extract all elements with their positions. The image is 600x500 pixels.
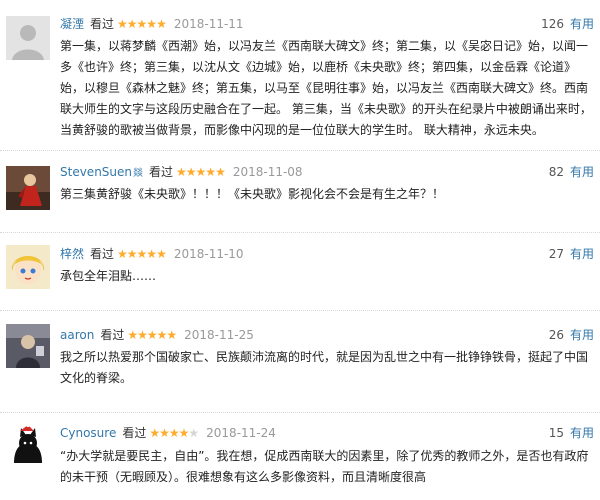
vote-count: 126 (541, 17, 564, 31)
author-link[interactable]: 凝湮 (60, 17, 84, 31)
rating-stars: ★★★★★ (127, 328, 177, 342)
comment-date: 2018-11-10 (173, 247, 244, 261)
comment-meta: Cynosure 看过 ★★★★★ 2018-11-24 (60, 425, 276, 441)
comment-meta: aaron 看过 ★★★★★ 2018-11-25 (60, 327, 254, 343)
useful-button[interactable]: 有用 (570, 328, 594, 342)
comment-item: Cynosure 看过 ★★★★★ 2018-11-24 15 有用 “办大学就是要民主… (0, 412, 600, 500)
comment-date: 2018-11-25 (184, 328, 254, 342)
comment-text: 我之所以热爱那个国破家亡、民族颠沛流离的时代，就是因为乱世之中有一批铮铮铁骨，挺… (60, 350, 589, 385)
comment-list: 凝湮 看过 ★★★★★ 2018-11-11 126 有用 第一集，以蒋梦麟《西潮》始，… (0, 0, 600, 500)
author-link[interactable]: StevenSuen (60, 165, 132, 179)
rating-stars: ★★★★★ (176, 165, 226, 179)
comment-text: 第一集，以蒋梦麟《西潮》始，以冯友兰《西南联大碑文》终；第二集，以《吴宓日记》始… (60, 39, 592, 137)
rating-stars: ★★★★★ (117, 247, 167, 261)
comment-meta: StevenSuen燚 看过 ★★★★★ 2018-11-08 (60, 164, 303, 180)
comment-text: 第三集黄舒骏《未央歌》！！！《未央歌》影视化会不会是有生之年？！ (60, 187, 445, 201)
vote-count: 15 (548, 426, 564, 440)
star-empty-icon: ★ (188, 426, 199, 440)
rating-label: 看过 (100, 328, 125, 342)
rating-stars: ★★★★★ (117, 17, 167, 31)
photo-avatar-icon[interactable] (6, 324, 50, 368)
star-icon: ★★★★★ (117, 247, 167, 261)
useful-button[interactable]: 有用 (570, 165, 594, 179)
votes: 15 有用 (549, 425, 594, 441)
comment-text: “办大学就是要民主，自由”。我在想，促成西南联大的因素里，除了优秀的教师之外，是… (60, 449, 589, 484)
rating-label: 看过 (90, 17, 115, 31)
black-cat-avatar-icon[interactable] (6, 423, 50, 467)
star-icon: ★★★★★ (117, 17, 167, 31)
anime-blonde-avatar-icon[interactable] (6, 245, 50, 289)
comment-date: 2018-11-08 (232, 165, 303, 179)
red-figure-avatar-icon[interactable] (6, 166, 50, 210)
comment-meta: 梓然 看过 ★★★★★ 2018-11-10 (60, 246, 244, 262)
comment-item: 凝湮 看过 ★★★★★ 2018-11-11 126 有用 第一集，以蒋梦麟《西潮》始，… (0, 0, 600, 150)
votes: 26 有用 (549, 327, 594, 343)
comment-date: 2018-11-24 (206, 426, 276, 440)
star-icon: ★★★★★ (176, 165, 226, 179)
rating-label: 看过 (149, 165, 174, 179)
star-icon: ★★★★ (149, 426, 189, 440)
vote-count: 27 (548, 247, 564, 261)
useful-button[interactable]: 有用 (570, 247, 594, 261)
author-badge: 燚 (133, 168, 144, 179)
comment-item: StevenSuen燚 看过 ★★★★★ 2018-11-08 82 有用 第三集黄舒骏… (0, 150, 600, 232)
comment-text: 承包全年泪點…… (60, 269, 157, 283)
useful-button[interactable]: 有用 (570, 426, 594, 440)
rating-stars: ★★★★★ (149, 426, 199, 440)
comment-item: 梓然 看过 ★★★★★ 2018-11-10 27 有用 承包全年泪點…… (0, 232, 600, 310)
author-link[interactable]: aaron (60, 328, 94, 342)
author-link[interactable]: Cynosure (60, 426, 116, 440)
comment-date: 2018-11-11 (173, 17, 244, 31)
star-icon: ★★★★★ (127, 328, 177, 342)
rating-label: 看过 (122, 426, 147, 440)
comment-meta: 凝湮 看过 ★★★★★ 2018-11-11 (60, 16, 244, 32)
votes: 126 有用 (541, 16, 594, 32)
author-link[interactable]: 梓然 (60, 247, 84, 261)
useful-button[interactable]: 有用 (570, 17, 594, 31)
votes: 27 有用 (549, 246, 594, 262)
default-avatar-icon[interactable] (6, 16, 50, 60)
comment-item: aaron 看过 ★★★★★ 2018-11-25 26 有用 我之所以热爱那个国破家亡… (0, 310, 600, 412)
votes: 82 有用 (549, 164, 594, 180)
rating-label: 看过 (90, 247, 115, 261)
vote-count: 26 (548, 328, 564, 342)
vote-count: 82 (548, 165, 564, 179)
